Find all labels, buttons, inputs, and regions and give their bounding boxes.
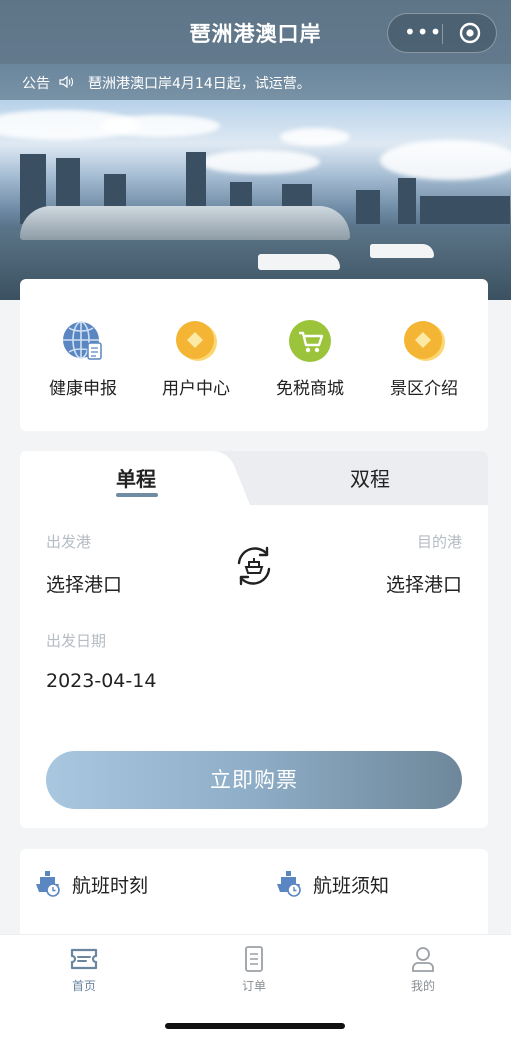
notice-bar[interactable]: 公告 琶洲港澳口岸4月14日起，试运营。 — [0, 64, 511, 100]
notice-label: 公告 — [22, 76, 50, 92]
ship-clock-icon — [36, 871, 60, 897]
user-center-entry[interactable]: 用户中心 — [141, 319, 251, 399]
notice-text: 琶洲港澳口岸4月14日起，试运营。 — [88, 76, 311, 92]
tab-home-label: 首页 — [71, 979, 96, 993]
more-menu-button[interactable]: ••• — [404, 20, 442, 44]
scenic-intro-entry[interactable]: 景区介绍 — [369, 319, 479, 399]
user-icon — [412, 947, 434, 972]
quick-entry-label: 免税商城 — [276, 379, 344, 399]
ship-clock-icon — [277, 871, 301, 897]
departure-date-picker[interactable]: 2023-04-14 — [46, 670, 156, 692]
buy-ticket-button[interactable]: 立即购票 — [46, 751, 462, 809]
departure-port-select[interactable]: 选择港口 — [46, 570, 122, 597]
shopping-cart-icon — [289, 320, 331, 362]
tab-mine[interactable]: 我的 — [383, 945, 463, 994]
tab-orders-label: 订单 — [241, 979, 266, 993]
diamond-coin-icon — [176, 321, 217, 361]
close-miniprogram-icon[interactable] — [459, 22, 481, 44]
capsule-divider — [442, 24, 443, 44]
ticket-booking-card: 单程 双程 出发港 选择港口 目的港 选择港口 出发日期 2023-04-14 … — [20, 451, 488, 828]
active-tab-indicator — [116, 493, 158, 497]
quick-entry-label: 用户中心 — [162, 379, 230, 399]
quick-entry-label: 健康申报 — [49, 379, 117, 399]
quick-entry-card: 健康申报 用户中心 免税商城 景区介绍 — [20, 279, 488, 431]
swap-ports-icon[interactable] — [231, 543, 277, 589]
departure-date-label: 出发日期 — [46, 632, 107, 650]
tab-mine-label: 我的 — [410, 979, 435, 993]
miniprogram-capsule: ••• — [387, 13, 497, 53]
speaker-icon — [59, 75, 74, 89]
quick-entry-label: 景区介绍 — [390, 379, 458, 399]
health-declaration-entry[interactable]: 健康申报 — [28, 319, 138, 399]
tab-round-trip[interactable]: 双程 — [350, 463, 390, 492]
destination-port-label: 目的港 — [416, 533, 462, 551]
tab-home[interactable]: 首页 — [44, 945, 124, 994]
document-icon — [245, 946, 263, 972]
destination-port-select[interactable]: 选择港口 — [386, 570, 462, 597]
tab-orders[interactable]: 订单 — [214, 945, 294, 994]
trip-type-tabs: 单程 双程 — [20, 451, 488, 505]
departure-port-label: 出发港 — [46, 533, 92, 551]
globe-doc-icon — [63, 321, 102, 360]
tab-one-way[interactable]: 单程 — [116, 463, 156, 492]
diamond-coin-icon — [404, 321, 445, 361]
ticket-home-icon — [70, 948, 98, 970]
navigation-bar: 琶洲港澳口岸 ••• — [0, 0, 511, 64]
duty-free-mall-entry[interactable]: 免税商城 — [255, 319, 365, 399]
flight-notice-label: 航班须知 — [313, 875, 390, 897]
home-indicator — [165, 1023, 345, 1029]
flight-schedule-label: 航班时刻 — [72, 875, 149, 897]
